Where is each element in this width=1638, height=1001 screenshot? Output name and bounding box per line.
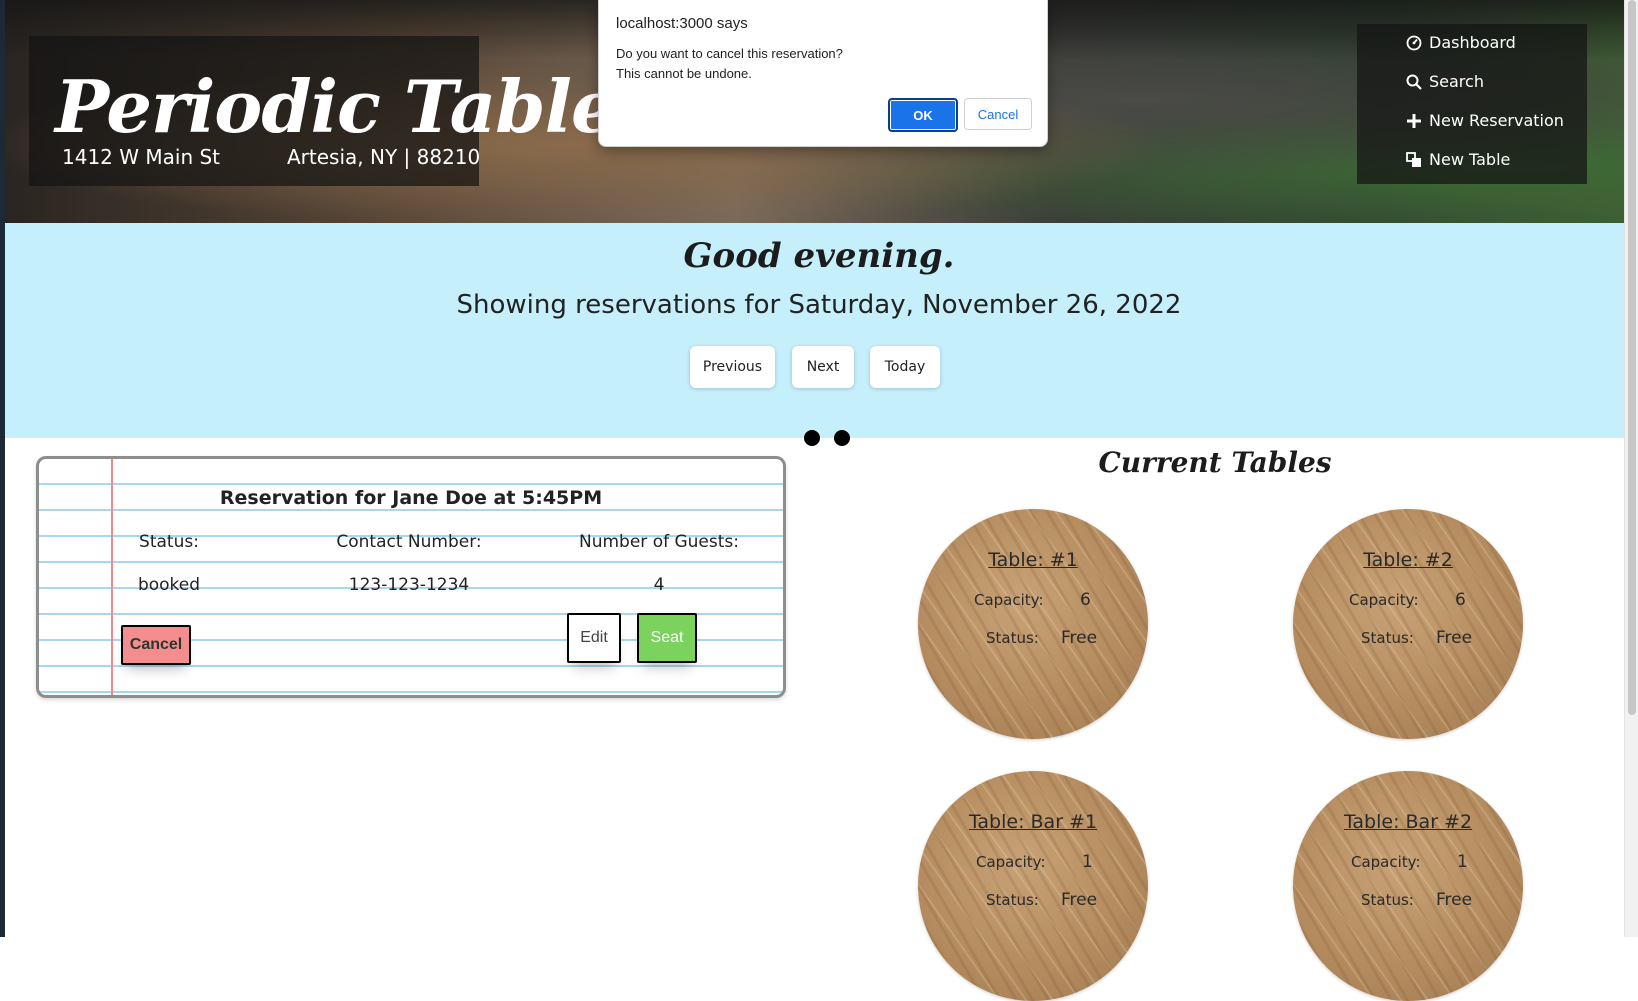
table-card: Table: Bar #1 Capacity: 1 Status: Free	[918, 771, 1148, 1001]
brand-title[interactable]: Periodic Tables	[55, 64, 656, 149]
capacity-value: 6	[1080, 590, 1091, 610]
capacity-label: Capacity:	[1351, 853, 1421, 871]
guests-label: Number of Guests:	[579, 532, 739, 552]
date-heading: Showing reservations for Saturday, Novem…	[456, 290, 1182, 320]
dialog-title: localhost:3000 says	[616, 15, 748, 32]
today-button[interactable]: Today	[870, 346, 940, 388]
nav-new-reservation-label: New Reservation	[1429, 111, 1564, 130]
table-status-value: Free	[1061, 628, 1098, 648]
contact-label: Contact Number:	[336, 532, 482, 552]
dashboard-icon	[1405, 34, 1423, 52]
table-name[interactable]: Table: Bar #1	[918, 811, 1148, 833]
scrollbar-thumb[interactable]	[1628, 0, 1636, 715]
table-status-label: Status:	[986, 891, 1039, 909]
address-city: Artesia, NY | 88210	[287, 145, 481, 169]
nav-search-label: Search	[1429, 72, 1484, 91]
dialog-message-line: Do you want to cancel this reservation?	[616, 46, 843, 61]
table-icon	[1405, 151, 1423, 169]
table-status-label: Status:	[986, 629, 1039, 647]
loading-dot	[804, 430, 820, 446]
dialog-cancel-button[interactable]: Cancel	[964, 98, 1032, 130]
nav-new-reservation[interactable]: New Reservation	[1405, 111, 1564, 130]
contact-value: 123-123-1234	[348, 575, 470, 595]
table-name[interactable]: Table: Bar #2	[1293, 811, 1523, 833]
page-scrollbar[interactable]	[1624, 0, 1638, 937]
nav-new-table[interactable]: New Table	[1405, 150, 1510, 169]
table-status-label: Status:	[1361, 629, 1414, 647]
cancel-reservation-button[interactable]: Cancel	[121, 625, 191, 665]
table-status-value: Free	[1436, 628, 1473, 648]
table-card: Table: #2 Capacity: 6 Status: Free	[1293, 509, 1523, 739]
dialog-message: Do you want to cancel this reservation? …	[616, 44, 843, 84]
guests-value: 4	[653, 575, 665, 595]
nav-new-table-label: New Table	[1429, 150, 1511, 169]
nav-search[interactable]: Search	[1405, 72, 1484, 91]
table-card: Table: Bar #2 Capacity: 1 Status: Free	[1293, 771, 1523, 1001]
capacity-value: 1	[1082, 852, 1093, 872]
search-icon	[1405, 73, 1423, 91]
table-card: Table: #1 Capacity: 6 Status: Free	[918, 509, 1148, 739]
nav-dashboard[interactable]: Dashboard	[1405, 33, 1516, 52]
capacity-value: 6	[1455, 590, 1466, 610]
table-name[interactable]: Table: #1	[918, 549, 1148, 571]
table-status-value: Free	[1436, 890, 1473, 910]
table-status-label: Status:	[1361, 891, 1414, 909]
alert-dialog: localhost:3000 says Do you want to cance…	[598, 0, 1048, 147]
capacity-label: Capacity:	[974, 591, 1044, 609]
reservation-card: Reservation for Jane Doe at 5:45PM Statu…	[36, 456, 786, 698]
nav-menu: Dashboard Search New Reservation New Tab…	[1357, 24, 1587, 184]
reservation-title: Reservation for Jane Doe at 5:45PM	[219, 487, 603, 509]
loading-dot	[834, 430, 850, 446]
table-status-value: Free	[1061, 890, 1098, 910]
edit-reservation-button[interactable]: Edit	[567, 613, 621, 663]
dialog-message-line: This cannot be undone.	[616, 66, 752, 81]
tables-heading: Current Tables	[1098, 446, 1332, 479]
status-label: Status:	[139, 532, 199, 552]
address-street: 1412 W Main St	[62, 145, 221, 169]
seat-reservation-button[interactable]: Seat	[637, 613, 697, 663]
status-value: booked	[137, 575, 201, 595]
table-name[interactable]: Table: #2	[1293, 549, 1523, 571]
next-button[interactable]: Next	[792, 346, 854, 388]
dialog-ok-button[interactable]: OK	[888, 98, 958, 132]
greeting-heading: Good evening.	[683, 236, 955, 276]
nav-dashboard-label: Dashboard	[1429, 33, 1516, 52]
plus-icon	[1405, 112, 1423, 130]
capacity-value: 1	[1457, 852, 1468, 872]
previous-button[interactable]: Previous	[690, 346, 775, 388]
capacity-label: Capacity:	[976, 853, 1046, 871]
capacity-label: Capacity:	[1349, 591, 1419, 609]
